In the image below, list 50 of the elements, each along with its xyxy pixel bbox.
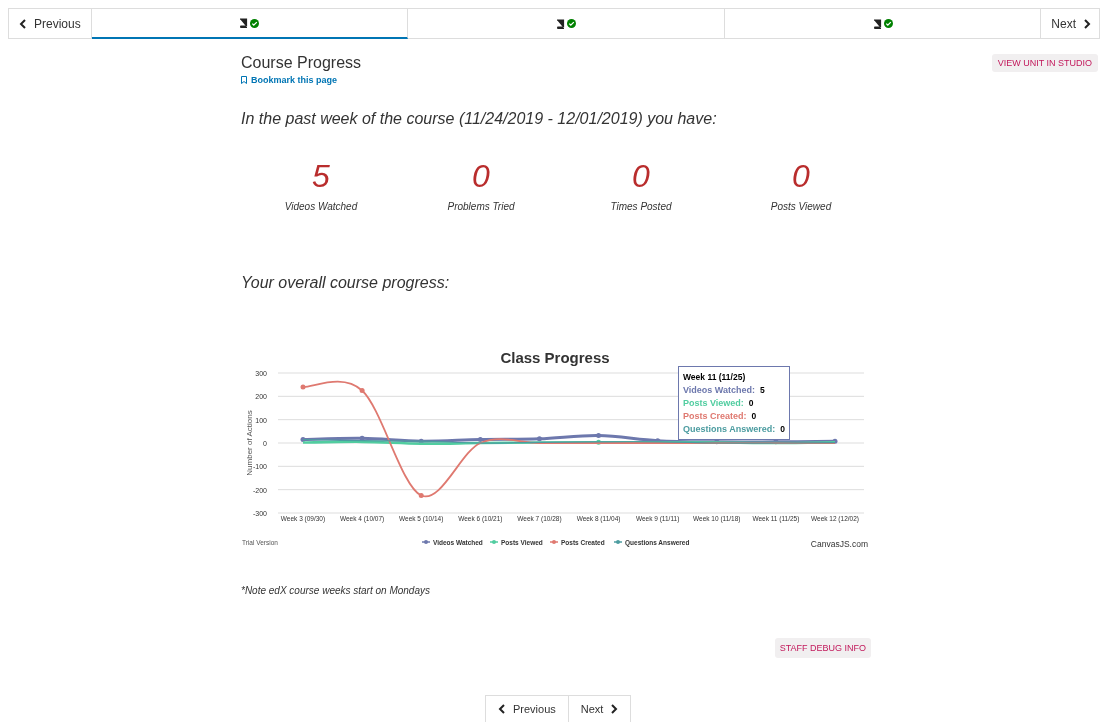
next-button[interactable]: Next bbox=[567, 695, 632, 722]
staff-debug-button[interactable]: STAFF DEBUG INFO bbox=[774, 638, 871, 658]
legend-marker bbox=[613, 540, 623, 544]
data-point bbox=[477, 437, 483, 442]
page-title: Course Progress bbox=[241, 54, 363, 72]
stat-label: Problems Tried bbox=[447, 201, 515, 212]
tooltip-title: Week 11 (11/25) bbox=[683, 372, 747, 382]
data-point bbox=[418, 438, 424, 444]
chart-title: Class Progress bbox=[500, 349, 610, 366]
data-point bbox=[300, 384, 306, 390]
week-summary: In the past week of the course (11/24/2019 - 12/01/2019) you have: bbox=[241, 110, 718, 128]
next-button[interactable]: Next bbox=[1041, 8, 1100, 39]
tooltip-value: 0 bbox=[748, 398, 754, 408]
legend-marker bbox=[549, 540, 559, 544]
tooltip-value: 0 bbox=[751, 411, 757, 421]
tooltip-label: Videos Watched: bbox=[683, 385, 755, 395]
data-point bbox=[300, 437, 306, 442]
data-point bbox=[359, 435, 365, 441]
stat-value: 0 bbox=[792, 158, 810, 195]
previous-button[interactable]: Previous bbox=[485, 695, 569, 722]
bookmark-link[interactable]: Bookmark this page bbox=[241, 75, 338, 85]
previous-button[interactable]: Previous bbox=[8, 8, 92, 39]
chevron-left-icon bbox=[498, 704, 505, 714]
unit-tab[interactable] bbox=[91, 8, 409, 39]
data-point bbox=[418, 493, 424, 498]
data-point bbox=[359, 388, 365, 393]
section-heading: Your overall course progress: bbox=[241, 274, 451, 292]
stat-label: Videos Watched bbox=[284, 201, 358, 212]
chevron-right-icon bbox=[1084, 18, 1091, 29]
data-point bbox=[536, 436, 542, 442]
chevron-right-icon bbox=[611, 704, 619, 714]
legend-marker bbox=[489, 540, 499, 544]
chart-credit[interactable]: CanvasJS.com bbox=[810, 539, 868, 549]
axis-title: Number of Actions bbox=[245, 410, 254, 476]
tooltip-label: Posts Viewed: bbox=[683, 398, 744, 408]
stat-value: 0 bbox=[472, 158, 490, 195]
tooltip-label: Questions Answered: bbox=[683, 424, 776, 434]
bookmark-icon bbox=[241, 76, 247, 84]
stat-label: Times Posted bbox=[610, 201, 672, 212]
tooltip-label: Posts Created: bbox=[683, 411, 747, 421]
footnote: *Note edX course weeks start on Mondays bbox=[241, 585, 431, 596]
chevron-left-icon bbox=[19, 18, 26, 29]
view-in-studio-button[interactable]: VIEW UNIT IN STUDIO bbox=[991, 54, 1098, 72]
tooltip-value: 5 bbox=[760, 385, 765, 395]
data-point bbox=[832, 438, 838, 444]
tooltip-value: 0 bbox=[780, 424, 785, 434]
legend-marker bbox=[421, 540, 431, 544]
stat-value: 0 bbox=[632, 158, 650, 195]
stat-value: 5 bbox=[312, 158, 330, 195]
stat-label: Posts Viewed bbox=[770, 201, 832, 212]
